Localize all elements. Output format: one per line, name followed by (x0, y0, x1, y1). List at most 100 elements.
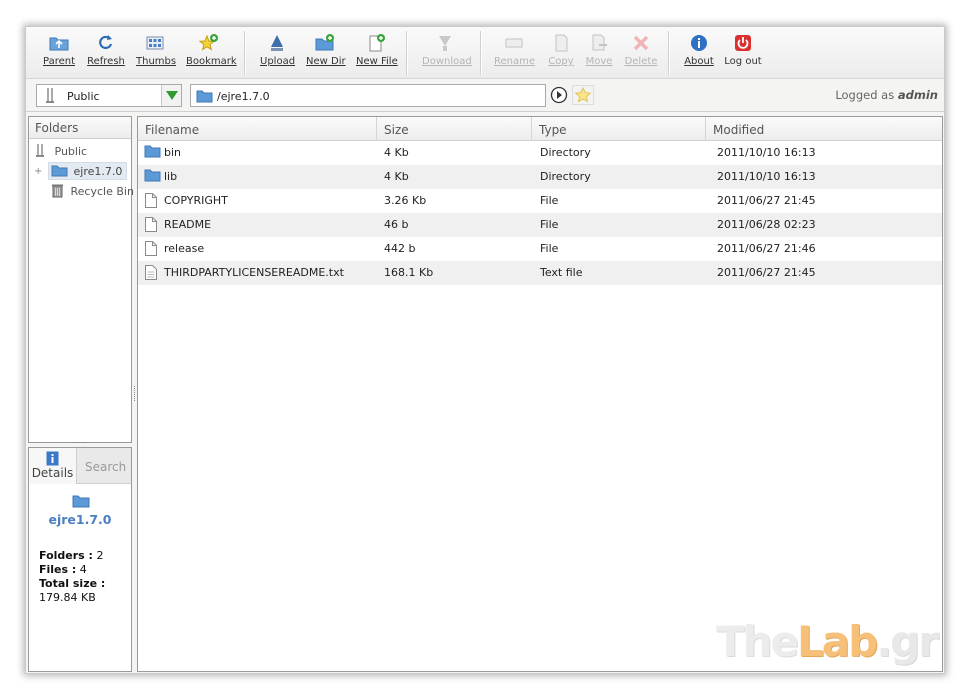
details-panel: Details Search ejre1.7.0 Folders : 2 Fil… (28, 447, 132, 672)
watermark-gr: .gr (876, 617, 939, 666)
parent-button[interactable]: Parent (42, 33, 76, 73)
details-folders-count: Folders : 2 (39, 549, 103, 562)
tree-expander[interactable]: + (34, 166, 42, 177)
storage-icon (36, 144, 44, 157)
file-icon (145, 241, 157, 256)
table-row[interactable]: THIRDPARTYLICENSEREADME.txt 168.1 Kb Text … (138, 261, 942, 285)
upload-button[interactable]: Upload (260, 33, 296, 73)
download-button[interactable]: Download (422, 33, 472, 73)
new-dir-button[interactable]: New Dir (306, 33, 346, 73)
table-row[interactable]: README 46 b File 2011/06/28 02:23 (138, 213, 942, 237)
file-size: 4 Kb (384, 170, 409, 183)
folder-icon (196, 90, 213, 103)
panel-resize-grip[interactable] (72, 442, 86, 444)
file-size: 4 Kb (384, 146, 409, 159)
path-input[interactable]: /ejre1.7.0 (190, 84, 546, 107)
column-header-size[interactable]: Size (377, 117, 532, 141)
thumbs-grid-icon (146, 36, 164, 50)
about-button[interactable]: About (682, 33, 716, 73)
table-row[interactable]: release 442 b File 2011/06/27 21:46 (138, 237, 942, 261)
new-dir-label: New Dir (306, 56, 346, 67)
details-total-size: Total size : (39, 577, 105, 590)
info-icon (46, 451, 59, 466)
refresh-icon (99, 35, 113, 50)
file-name: THIRDPARTYLICENSEREADME.txt (164, 266, 344, 279)
toolbar-separator (244, 31, 246, 75)
file-name: bin (164, 146, 182, 159)
file-modified: 2011/10/10 16:13 (717, 170, 816, 183)
copy-icon (555, 34, 568, 52)
column-header-modified[interactable]: Modified (706, 117, 942, 141)
table-row[interactable]: COPYRIGHT 3.26 Kb File 2011/06/27 21:45 (138, 189, 942, 213)
new-folder-icon (315, 34, 334, 51)
source-select[interactable]: Public (36, 84, 182, 107)
toolbar: Parent Refresh Thumbs Bookmark Upload Ne… (26, 27, 944, 79)
column-header-type[interactable]: Type (532, 117, 706, 141)
rename-label: Rename (494, 56, 536, 67)
folder-icon (72, 495, 90, 508)
bookmark-label: Bookmark (186, 56, 237, 67)
file-modified: 2011/06/28 02:23 (717, 218, 816, 231)
table-row[interactable]: lib 4 Kb Directory 2011/10/10 16:13 (138, 165, 942, 189)
file-modified: 2011/06/27 21:45 (717, 194, 816, 207)
toolbar-separator (480, 31, 482, 75)
text-file-icon (145, 265, 157, 280)
logout-label: Log out (724, 56, 762, 67)
tree-item-recycle-bin[interactable]: Recycle Bin (51, 183, 134, 198)
details-total-size-value: 179.84 KB (39, 591, 96, 604)
delete-button[interactable]: Delete (624, 33, 658, 73)
table-row[interactable]: bin 4 Kb Directory 2011/10/10 16:13 (138, 141, 942, 165)
source-dropdown-button[interactable] (161, 85, 181, 106)
logout-button[interactable]: Log out (724, 33, 762, 73)
file-size: 3.26 Kb (384, 194, 427, 207)
upload-label: Upload (260, 56, 296, 67)
tab-details-label: Details (31, 466, 74, 480)
tree-item-label: Recycle Bin (70, 185, 134, 198)
file-size: 168.1 Kb (384, 266, 434, 279)
file-modified: 2011/10/10 16:13 (717, 146, 816, 159)
thumbs-label: Thumbs (136, 56, 177, 67)
folders-panel-title: Folders (29, 117, 131, 139)
tab-search[interactable]: Search (85, 460, 126, 474)
folder-icon (51, 165, 68, 177)
bookmark-star-icon (198, 34, 218, 51)
toolbar-separator (406, 31, 408, 75)
copy-button[interactable]: Copy (546, 33, 576, 73)
file-name: release (164, 242, 205, 255)
folders-panel: Folders Public + ejre1.7.0 Recycle Bin (28, 116, 134, 443)
column-header-filename[interactable]: Filename (138, 117, 377, 141)
download-label: Download (422, 56, 472, 67)
new-file-button[interactable]: New File (356, 33, 398, 73)
dropdown-triangle-icon (166, 91, 178, 100)
splitter-grip-icon (134, 386, 135, 402)
about-label: About (684, 56, 714, 67)
tree-item-label: Public (54, 145, 88, 158)
tab-details[interactable]: Details (29, 448, 77, 484)
refresh-button[interactable]: Refresh (86, 33, 126, 73)
move-button[interactable]: Move (584, 33, 614, 73)
details-folders-value: 2 (96, 549, 104, 562)
logged-in-status: Logged as admin (835, 88, 938, 102)
details-files-value: 4 (79, 563, 87, 576)
thumbs-button[interactable]: Thumbs (136, 33, 177, 73)
file-icon (145, 193, 157, 208)
file-icon (145, 217, 157, 232)
toolbar-separator (668, 31, 670, 75)
tree-item-public[interactable]: Public (35, 143, 87, 158)
file-modified: 2011/06/27 21:45 (717, 266, 816, 279)
file-modified: 2011/06/27 21:46 (717, 242, 816, 255)
add-bookmark-star-icon[interactable] (572, 85, 594, 105)
delete-label: Delete (624, 56, 658, 67)
rename-button[interactable]: Rename (494, 33, 536, 73)
refresh-label: Refresh (87, 56, 125, 67)
info-icon (691, 35, 707, 51)
file-name: lib (164, 170, 178, 183)
file-type: File (540, 242, 559, 255)
go-icon[interactable] (550, 86, 568, 104)
bookmark-button[interactable]: Bookmark (186, 33, 237, 73)
download-icon (439, 36, 451, 51)
file-type: Directory (540, 146, 591, 159)
tree-item-ejre[interactable]: ejre1.7.0 (48, 162, 128, 180)
vertical-splitter[interactable] (133, 116, 136, 672)
details-tabs: Details Search (29, 448, 131, 484)
